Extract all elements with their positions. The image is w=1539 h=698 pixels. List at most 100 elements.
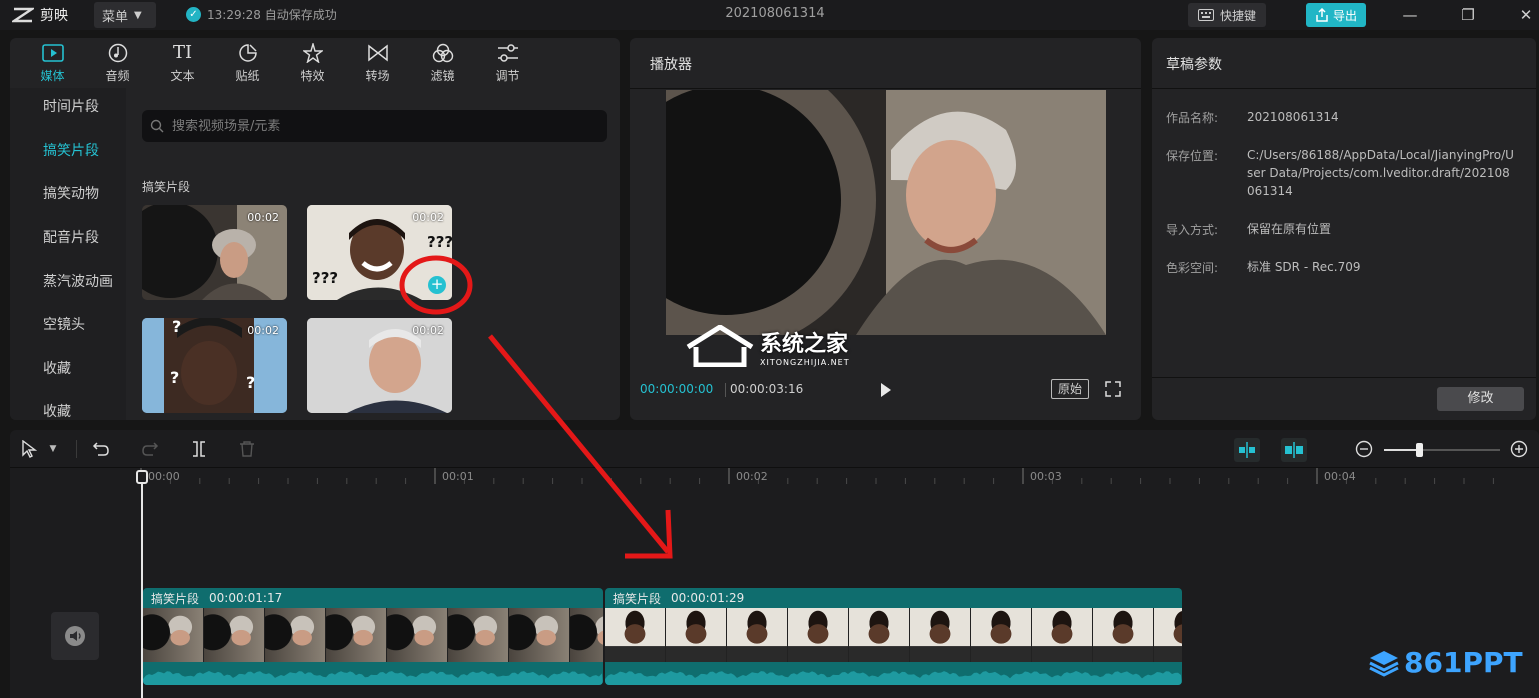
divider (1152, 377, 1536, 378)
document-title: 202108061314 (725, 6, 825, 21)
thumbnail-duration: 00:02 (247, 324, 279, 337)
filmstrip-frame (509, 608, 570, 662)
tab-adjust[interactable]: 调节 (475, 38, 540, 88)
ruler-label: 00:01 (442, 470, 474, 483)
divider (1152, 88, 1536, 89)
filmstrip-frame (204, 608, 265, 662)
ruler-label: 00:04 (1324, 470, 1356, 483)
minimize-icon[interactable]: — (1398, 4, 1422, 26)
fullscreen-button[interactable] (1105, 381, 1121, 397)
add-to-timeline-button[interactable]: + (428, 276, 446, 294)
zoom-in-button[interactable] (1508, 438, 1530, 460)
tool-dropdown[interactable]: ▼ (46, 438, 60, 460)
media-thumbnail-4[interactable]: 00:02 (307, 318, 452, 413)
play-button[interactable] (876, 381, 894, 399)
tab-effects[interactable]: 特效 (280, 38, 345, 88)
video-preview[interactable] (666, 90, 1106, 335)
undo-button[interactable] (90, 438, 112, 460)
filmstrip-frame (1032, 608, 1093, 662)
delete-button[interactable] (236, 438, 258, 460)
filter-icon (432, 43, 454, 63)
search-icon (150, 119, 164, 133)
sidebar-item-funny-animals[interactable]: 搞笑动物 (43, 183, 99, 203)
tab-label: 特效 (300, 68, 325, 83)
modify-button[interactable]: 修改 (1437, 387, 1524, 411)
play-icon (881, 383, 891, 397)
timecode-separator (725, 383, 726, 397)
timeline-clip-2[interactable]: 搞笑片段 00:00:01:29 (605, 588, 1182, 685)
clip-filmstrip (605, 608, 1182, 662)
tab-label: 媒体 (40, 68, 65, 83)
transition-icon (367, 43, 389, 63)
tab-media[interactable]: 媒体 (20, 38, 85, 88)
filmstrip-frame (448, 608, 509, 662)
export-icon (1316, 8, 1328, 22)
tab-label: 音频 (105, 68, 130, 83)
playhead[interactable] (141, 470, 143, 698)
audio-waveform (605, 671, 1182, 685)
media-sidebar: 时间片段 搞笑片段 搞笑动物 配音片段 蒸汽波动画 空镜头 收藏 收藏 (10, 88, 126, 420)
waveform-shape (143, 671, 603, 685)
tab-text[interactable]: TI 文本 (150, 38, 215, 88)
split-button[interactable] (188, 438, 210, 460)
shortcut-button[interactable]: 快捷键 (1188, 3, 1266, 27)
sidebar-item-dubbing-clips[interactable]: 配音片段 (43, 227, 99, 247)
split-icon (193, 441, 205, 457)
sidebar-item-vaporwave[interactable]: 蒸汽波动画 (43, 271, 113, 291)
snap-toggle[interactable] (1234, 438, 1260, 462)
zoom-slider-handle[interactable] (1416, 443, 1423, 457)
tab-audio[interactable]: 音频 (85, 38, 150, 88)
tab-filter[interactable]: 滤镜 (410, 38, 475, 88)
divider (76, 440, 77, 458)
playhead-handle[interactable] (136, 470, 148, 484)
zoom-in-icon (1510, 440, 1528, 458)
prop-label-color-space: 色彩空间: (1166, 261, 1219, 275)
tab-label: 转场 (365, 68, 390, 83)
zoom-slider[interactable] (1384, 443, 1500, 457)
filmstrip-frame (326, 608, 387, 662)
sidebar-item-favorites-2[interactable]: 收藏 (43, 401, 71, 420)
clip-filmstrip (143, 608, 603, 662)
linkage-toggle[interactable] (1281, 438, 1307, 462)
timeline-clip-1[interactable]: 搞笑片段 00:00:01:17 (143, 588, 603, 685)
plus-icon: + (430, 275, 444, 293)
time-ruler[interactable]: 00:00 00:01 00:02 00:03 00:04 (10, 468, 1539, 490)
close-icon[interactable]: ✕ (1514, 4, 1538, 26)
media-thumbnail-3[interactable]: ? ? ? 00:02 (142, 318, 287, 413)
media-icon (41, 43, 64, 63)
tab-label: 文本 (170, 68, 195, 83)
tab-sticker[interactable]: 贴纸 (215, 38, 280, 88)
sidebar-item-time-clips[interactable]: 时间片段 (43, 96, 99, 116)
link-clips-icon (1285, 442, 1303, 458)
audio-waveform (143, 671, 603, 685)
filmstrip-frame (387, 608, 448, 662)
current-timecode: 00:00:00:00 (640, 382, 714, 396)
draft-settings-panel: 草稿参数 作品名称: 202108061314 保存位置: C:/Users/8… (1152, 38, 1536, 420)
sidebar-item-favorites[interactable]: 收藏 (43, 358, 71, 378)
track-mute-button[interactable] (51, 612, 99, 660)
select-tool-button[interactable] (18, 438, 40, 460)
fullscreen-icon (1105, 381, 1121, 397)
media-thumbnail-1[interactable]: 00:02 (142, 205, 287, 300)
redo-icon (142, 442, 159, 456)
site-watermark: 系统之家 XITONGZHIJIA.NET (686, 325, 850, 367)
check-circle-icon: ✓ (186, 7, 201, 22)
aspect-ratio-button[interactable]: 原始 (1051, 379, 1089, 399)
restore-icon[interactable]: ❐ (1456, 4, 1480, 26)
sidebar-item-empty-shot[interactable]: 空镜头 (43, 314, 85, 334)
search-input[interactable] (172, 118, 572, 134)
zoom-out-button[interactable] (1353, 438, 1375, 460)
export-button[interactable]: 导出 (1306, 3, 1366, 27)
tab-transition[interactable]: 转场 (345, 38, 410, 88)
tab-label: 调节 (495, 68, 520, 83)
zoom-slider-fill (1384, 449, 1418, 451)
total-timecode: 00:00:03:16 (730, 382, 804, 396)
redo-button[interactable] (139, 438, 161, 460)
sidebar-item-funny-clips[interactable]: 搞笑片段 (43, 140, 99, 160)
chevron-down-icon: ▼ (49, 444, 57, 454)
media-thumbnail-2[interactable]: ??? ??? 00:02 + (307, 205, 452, 300)
menu-button[interactable]: 菜单 ▼ (94, 2, 156, 28)
watermark-text: 系统之家 (760, 331, 849, 357)
sticker-icon (237, 43, 259, 63)
thumbnail-duration: 00:02 (247, 211, 279, 224)
